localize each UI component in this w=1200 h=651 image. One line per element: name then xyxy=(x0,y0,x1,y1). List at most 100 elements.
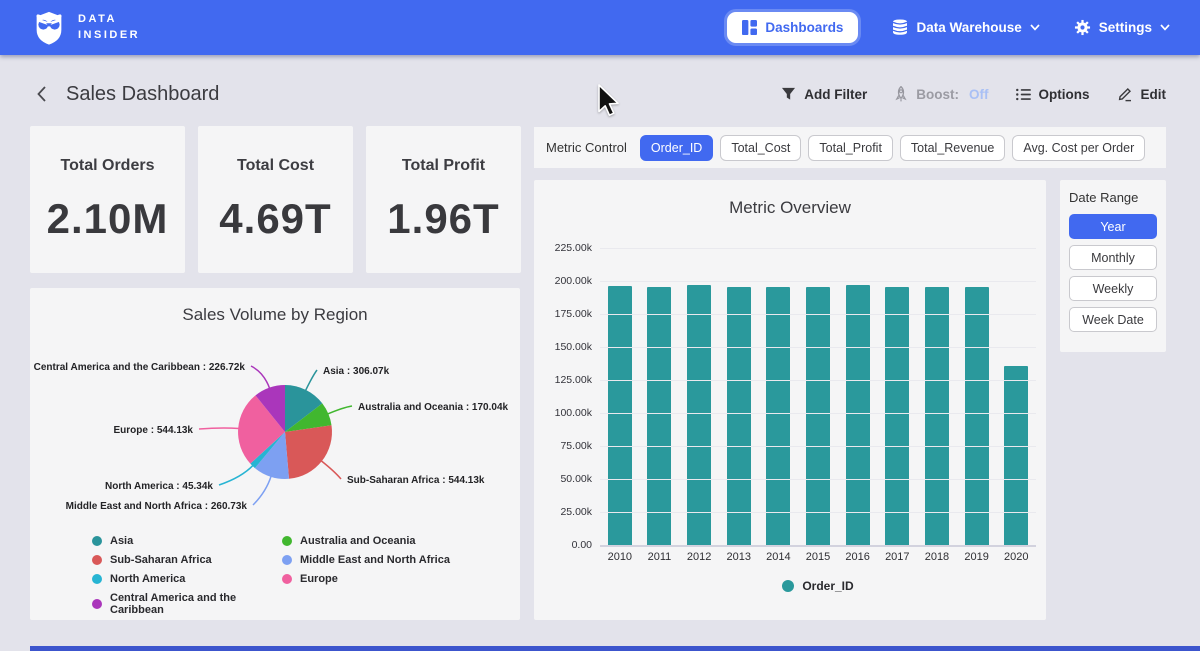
legend-item-middle-east-and-north-africa[interactable]: Middle East and North Africa xyxy=(282,554,492,566)
kpi-card-total-orders: Total Orders 2.10M xyxy=(30,126,185,273)
x-axis-tick-label: 2015 xyxy=(798,551,838,563)
legend-dot xyxy=(92,555,102,565)
bar-2014[interactable] xyxy=(766,287,790,546)
gridline xyxy=(600,380,1036,381)
edit-button[interactable]: Edit xyxy=(1117,86,1167,102)
bar-2012[interactable] xyxy=(687,285,711,545)
bar-2013[interactable] xyxy=(727,287,751,545)
legend-item-australia-and-oceania[interactable]: Australia and Oceania xyxy=(282,535,492,547)
pie-slice-sub-saharan-africa[interactable] xyxy=(285,425,332,479)
metric-option-total-profit[interactable]: Total_Profit xyxy=(808,135,893,161)
metric-option-order-id[interactable]: Order_ID xyxy=(640,135,713,161)
horizontal-scrollbar[interactable] xyxy=(30,646,1200,651)
date-range-option-year[interactable]: Year xyxy=(1069,214,1157,239)
bar-slot xyxy=(917,248,957,545)
pie-callout-line xyxy=(199,428,239,429)
pie-callout-line xyxy=(253,476,271,505)
pie-chart-title: Sales Volume by Region xyxy=(30,288,520,325)
gridline xyxy=(600,446,1036,447)
kpi-card-total-profit: Total Profit 1.96T xyxy=(366,126,521,273)
pie-callout-label: Asia : 306.07k xyxy=(323,366,390,377)
metric-option-avg-cost-per-order[interactable]: Avg. Cost per Order xyxy=(1012,135,1145,161)
logo-line2: INSIDER xyxy=(78,28,140,44)
back-button[interactable] xyxy=(30,83,52,105)
bar-2011[interactable] xyxy=(647,287,671,545)
add-filter-button[interactable]: Add Filter xyxy=(781,87,867,102)
bar-2018[interactable] xyxy=(925,287,949,545)
bar-2020[interactable] xyxy=(1004,366,1028,545)
date-range-option-week-date[interactable]: Week Date xyxy=(1069,307,1157,332)
legend-dot xyxy=(282,574,292,584)
page-title: Sales Dashboard xyxy=(66,83,219,106)
gridline xyxy=(600,347,1036,348)
pie-callout-label: Europe : 544.13k xyxy=(114,425,194,436)
options-button[interactable]: Options xyxy=(1016,87,1090,102)
y-axis-tick-label: 125.00k xyxy=(534,374,592,386)
legend-label: Australia and Oceania xyxy=(300,535,416,547)
bar-2016[interactable] xyxy=(846,285,870,545)
kpi-label: Total Profit xyxy=(402,157,485,175)
data-warehouse-label: Data Warehouse xyxy=(916,20,1021,35)
gear-icon xyxy=(1074,19,1091,36)
metric-control-label: Metric Control xyxy=(546,140,627,155)
bar-slot xyxy=(838,248,878,545)
bar-slot xyxy=(798,248,838,545)
kpi-value: 2.10M xyxy=(47,195,169,243)
kpi-label: Total Cost xyxy=(237,157,314,175)
bar-2017[interactable] xyxy=(885,287,909,545)
bar-2010[interactable] xyxy=(608,286,632,545)
dashboards-button[interactable]: Dashboards xyxy=(727,12,858,43)
top-navbar: DATA INSIDER Dashboards Data Warehouse xyxy=(0,0,1200,55)
bar-slot xyxy=(719,248,759,545)
legend-item-north-america[interactable]: North America xyxy=(92,573,282,585)
y-axis-tick-label: 100.00k xyxy=(534,407,592,419)
mouse-cursor xyxy=(598,84,622,118)
legend-item-asia[interactable]: Asia xyxy=(92,535,282,547)
bar-chart-title: Metric Overview xyxy=(534,180,1046,218)
pie-callout-line xyxy=(251,366,270,389)
legend-item-sub-saharan-africa[interactable]: Sub-Saharan Africa xyxy=(92,554,282,566)
gridline xyxy=(600,479,1036,480)
filter-icon xyxy=(781,87,796,101)
logo-line1: DATA xyxy=(78,12,140,28)
gridline xyxy=(600,413,1036,414)
app-logo[interactable]: DATA INSIDER xyxy=(30,9,140,47)
date-range-buttons-group: Year Monthly Weekly Week Date xyxy=(1069,214,1157,332)
legend-label: North America xyxy=(110,573,185,585)
bar-slot xyxy=(600,248,640,545)
bar-2015[interactable] xyxy=(806,287,830,545)
metric-buttons-group: Order_ID Total_Cost Total_Profit Total_Reve… xyxy=(640,135,1145,161)
add-filter-label: Add Filter xyxy=(804,87,867,102)
chevron-down-icon xyxy=(1030,24,1040,31)
x-axis-tick-label: 2013 xyxy=(719,551,759,563)
pie-callout-label: Australia and Oceania : 170.04k xyxy=(358,402,509,413)
y-axis-tick-label: 225.00k xyxy=(534,242,592,254)
legend-item-europe[interactable]: Europe xyxy=(282,573,492,585)
legend-label: Central America and the Caribbean xyxy=(110,592,282,616)
metric-option-total-cost[interactable]: Total_Cost xyxy=(720,135,801,161)
legend-dot xyxy=(282,555,292,565)
kpi-value: 1.96T xyxy=(387,195,499,243)
date-range-option-monthly[interactable]: Monthly xyxy=(1069,245,1157,270)
kpi-label: Total Orders xyxy=(61,157,155,175)
gridline xyxy=(600,545,1036,547)
legend-label: Europe xyxy=(300,573,338,585)
legend-item-central-america-and-the-caribbean[interactable]: Central America and the Caribbean xyxy=(92,592,282,616)
date-range-option-weekly[interactable]: Weekly xyxy=(1069,276,1157,301)
legend-label: Middle East and North Africa xyxy=(300,554,450,566)
list-icon xyxy=(1016,88,1031,101)
bar-slot xyxy=(957,248,997,545)
legend-dot xyxy=(92,574,102,584)
options-label: Options xyxy=(1039,87,1090,102)
dashboards-label: Dashboards xyxy=(765,20,843,35)
bar-2019[interactable] xyxy=(965,287,989,545)
bar-slot xyxy=(877,248,917,545)
boost-toggle[interactable]: Boost:Off xyxy=(894,86,988,102)
metric-option-total-revenue[interactable]: Total_Revenue xyxy=(900,135,1005,161)
pie-callout-line xyxy=(305,370,317,391)
bar-plot-area xyxy=(600,248,1036,545)
settings-menu[interactable]: Settings xyxy=(1074,19,1170,36)
pie-chart: Asia : 306.07k Australia and Oceania : 17… xyxy=(30,328,520,533)
legend-dot xyxy=(282,536,292,546)
data-warehouse-menu[interactable]: Data Warehouse xyxy=(892,19,1039,36)
